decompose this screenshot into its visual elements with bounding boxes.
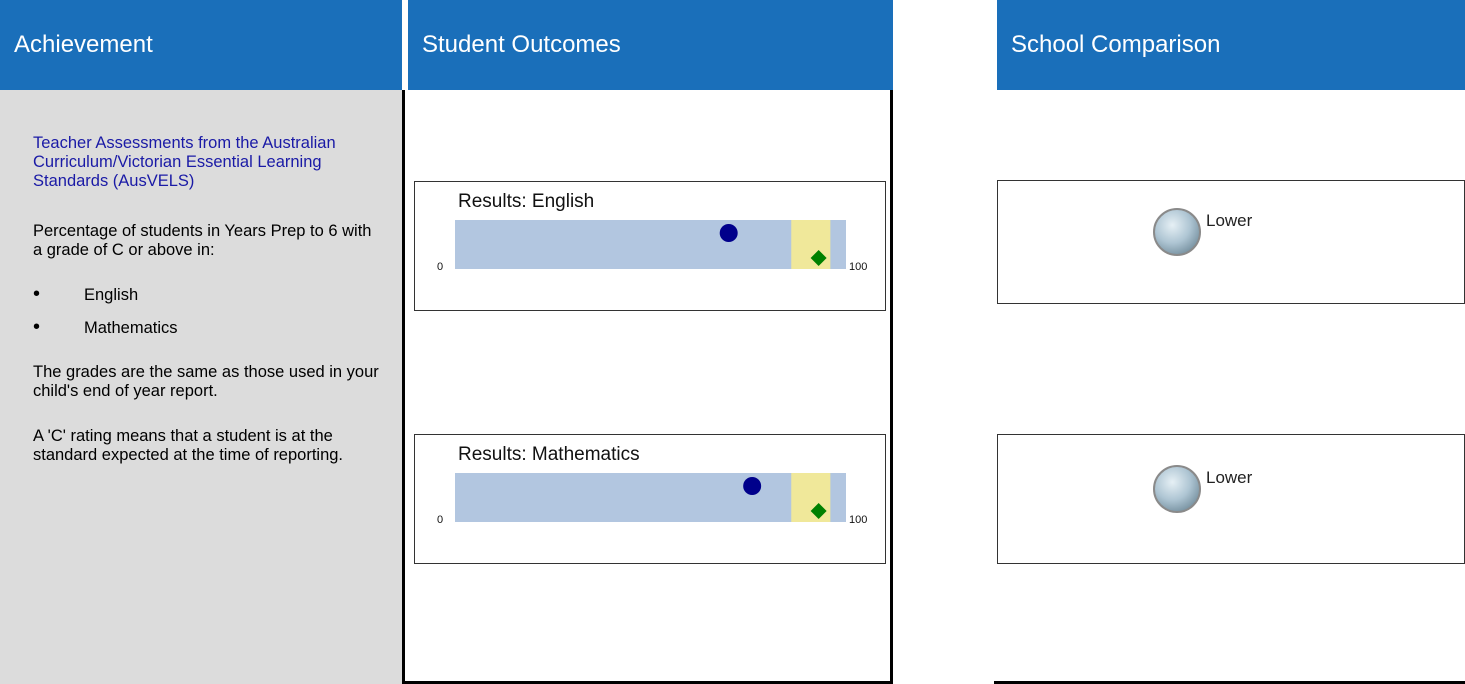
results-card-english: Results: English 0 100 xyxy=(414,181,886,311)
percentage-description: Percentage of students in Years Prep to … xyxy=(33,222,372,259)
comparison-card-english: Lower xyxy=(997,180,1465,304)
achievement-header: Achievement xyxy=(0,0,402,90)
school-comparison-header-text: School Comparison xyxy=(1011,31,1221,58)
achievement-panel: Teacher Assessments from the Australian … xyxy=(0,90,402,684)
axis-min-label: 0 xyxy=(437,261,443,273)
comparison-label-mathematics: Lower xyxy=(1206,468,1253,487)
similar-schools-range xyxy=(791,473,831,522)
comparison-card-mathematics: Lower xyxy=(997,434,1465,564)
lower-indicator-icon xyxy=(1153,465,1201,513)
outcomes-left-border xyxy=(402,90,405,684)
results-chart-english: 0 100 xyxy=(437,220,867,273)
school-comparison-header: School Comparison xyxy=(997,0,1465,90)
grades-note: The grades are the same as those used in… xyxy=(33,363,379,400)
c-rating-note: A 'C' rating means that a student is at … xyxy=(33,427,344,464)
school-result-marker xyxy=(719,224,738,242)
subject-item-mathematics: Mathematics xyxy=(33,318,382,338)
results-bar-background xyxy=(455,473,846,522)
achievement-header-text: Achievement xyxy=(14,31,153,58)
results-chart-mathematics: 0 100 xyxy=(437,473,867,526)
similar-schools-range xyxy=(791,220,831,269)
results-card-mathematics: Results: Mathematics 0 100 xyxy=(414,434,886,564)
axis-min-label: 0 xyxy=(437,514,443,526)
student-outcomes-header-text: Student Outcomes xyxy=(422,31,621,58)
assessment-title: Teacher Assessments from the Australian … xyxy=(33,134,336,190)
school-result-marker xyxy=(743,477,762,495)
subject-list: English Mathematics xyxy=(33,285,382,338)
results-bar-background xyxy=(455,220,846,269)
student-outcomes-header: Student Outcomes xyxy=(408,0,893,90)
axis-max-label: 100 xyxy=(849,514,867,526)
lower-indicator-icon xyxy=(1153,208,1201,256)
comparison-label-english: Lower xyxy=(1206,211,1253,230)
axis-max-label: 100 xyxy=(849,261,867,273)
outcomes-right-border xyxy=(890,90,893,684)
subject-item-english: English xyxy=(33,285,382,305)
